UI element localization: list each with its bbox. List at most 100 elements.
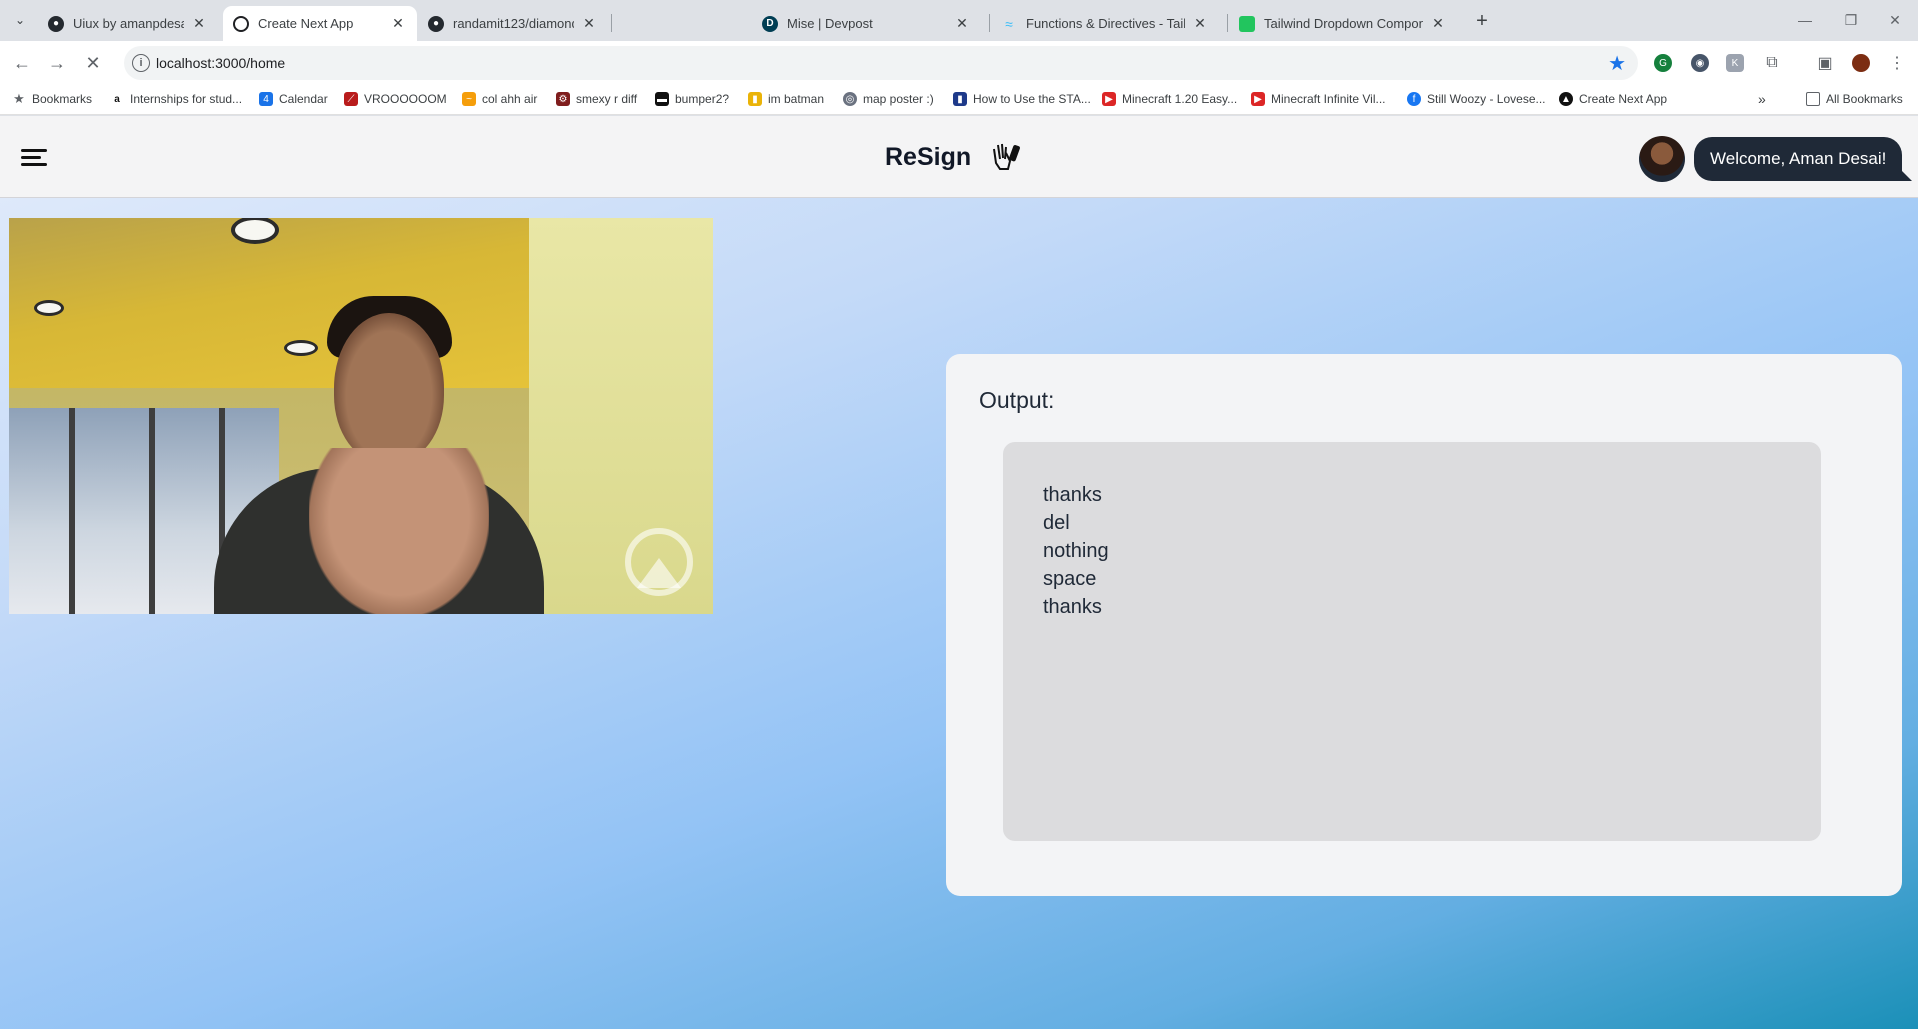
grammarly-icon[interactable]: G (1654, 54, 1672, 72)
tab-title: randamit123/diamondhacks-fro (453, 16, 574, 31)
bookmark-item[interactable]: ▲ Create Next App (1559, 90, 1667, 108)
webcam-feed (9, 218, 713, 614)
map-icon: ◎ (843, 92, 857, 106)
bookmark-item[interactable]: ◎ map poster :) (843, 90, 934, 108)
bookmark-label: Internships for stud... (130, 92, 243, 106)
bookmark-label: Still Woozy - Lovese... (1427, 92, 1546, 106)
tab-uiux-pull-request[interactable]: ● Uiux by amanpdesai · Pull Requ ✕ (38, 6, 218, 41)
tab-create-next-app[interactable]: Create Next App ✕ (223, 6, 417, 41)
page-content: ReSign Welcome, Aman Desai! Output: than… (0, 116, 1918, 1029)
bookmark-label: Bookmarks (32, 92, 93, 106)
bookmark-item[interactable]: ▮ im batman (748, 90, 824, 108)
tab-separator (989, 14, 990, 32)
address-bar[interactable]: i localhost:3000/home ★ (124, 46, 1638, 80)
bookmark-star-icon[interactable]: ★ (1608, 51, 1626, 76)
bookmark-item[interactable]: ▶ Minecraft Infinite Vil... (1251, 90, 1386, 108)
tab-close-icon[interactable]: ✕ (389, 15, 407, 33)
bumper-icon: ▬ (655, 92, 669, 106)
bookmark-label: Calendar (279, 92, 328, 106)
bookmark-item[interactable]: ▬ bumper2? (655, 90, 729, 108)
tab-diamondhacks[interactable]: ● randamit123/diamondhacks-fro ✕ (418, 6, 608, 41)
bookmark-item[interactable]: f Still Woozy - Lovese... (1407, 90, 1546, 108)
more-menu-icon[interactable]: ⋮ (1888, 54, 1906, 72)
welcome-badge: Welcome, Aman Desai! (1694, 137, 1913, 181)
tab-separator (611, 14, 612, 32)
more-bookmarks-chevron-icon[interactable]: » (1758, 90, 1766, 108)
tab-search-chevron-icon[interactable]: ⌄ (9, 9, 31, 31)
tab-separator (1227, 14, 1228, 32)
bookmark-label: im batman (768, 92, 825, 106)
tab-title: Create Next App (258, 16, 354, 31)
output-line: space (1043, 568, 1097, 590)
profile-avatar-icon[interactable] (1852, 54, 1870, 72)
tab-close-icon[interactable]: ✕ (1429, 15, 1447, 33)
minimize-icon[interactable]: — (1790, 8, 1820, 32)
new-tab-plus-icon[interactable]: + (1470, 9, 1494, 33)
github-icon: ● (428, 15, 444, 32)
tailwind-icon: ≈ (1005, 15, 1013, 32)
devpost-icon: D (762, 15, 778, 32)
bookmark-item[interactable]: ▶ Minecraft 1.20 Easy... (1102, 90, 1237, 108)
close-window-icon[interactable]: ✕ (1880, 8, 1910, 32)
tab-strip: ⌄ ● Uiux by amanpdesai · Pull Requ ✕ Cre… (0, 0, 1918, 41)
app-title: ReSign (885, 143, 972, 171)
bookmark-item[interactable]: 4 Calendar (259, 90, 328, 108)
all-bookmarks-button[interactable]: All Bookmarks (1806, 90, 1903, 108)
output-line: del (1043, 512, 1070, 534)
bookmark-item[interactable]: ~ col ahh air (462, 90, 537, 108)
bookmark-item[interactable]: ⟋ VROOOOOOM (344, 90, 447, 108)
tab-close-icon[interactable]: ✕ (190, 15, 208, 33)
browser-toolbar: ← → ✕ i localhost:3000/home ★ G ◉ K ⧉ ▣ … (0, 41, 1918, 84)
bookmark-label: How to Use the STA... (973, 92, 1091, 106)
tab-tailwind-dropdown[interactable]: Tailwind Dropdown Component ✕ (1229, 6, 1457, 41)
star-icon: ★ (13, 91, 25, 106)
app-navbar: ReSign Welcome, Aman Desai! (0, 116, 1918, 198)
site-info-icon[interactable]: i (132, 54, 150, 72)
extension-k-icon[interactable]: K (1726, 54, 1744, 72)
batman-icon: ▮ (748, 92, 762, 106)
puzzle-extensions-icon[interactable]: ⧉ (1763, 54, 1781, 72)
bookmark-label: map poster :) (863, 92, 934, 106)
nextjs-icon: ▲ (1559, 92, 1573, 106)
bookmark-item[interactable]: ★ Bookmarks (12, 90, 92, 108)
bookmark-label: Minecraft Infinite Vil... (1271, 92, 1386, 106)
stop-loading-icon[interactable]: ✕ (81, 51, 105, 75)
bookmark-item[interactable]: a Internships for stud... (110, 90, 242, 108)
output-card: Output: thanks del nothing space thanks (946, 354, 1902, 896)
bookmark-label: Minecraft 1.20 Easy... (1122, 92, 1238, 106)
forward-arrow-icon[interactable]: → (45, 51, 69, 75)
all-bookmarks-label: All Bookmarks (1826, 92, 1903, 106)
calendar-icon: 4 (259, 92, 273, 106)
amazon-icon: a (110, 92, 124, 106)
tab-close-icon[interactable]: ✕ (580, 15, 598, 33)
output-title: Output: (979, 387, 1055, 413)
tab-title: Mise | Devpost (787, 16, 873, 31)
tab-title: Functions & Directives - Tailwin (1026, 16, 1185, 31)
tab-title: Uiux by amanpdesai · Pull Requ (73, 16, 184, 31)
bookmarks-bar: ★ Bookmarks a Internships for stud... 4 Cal… (0, 84, 1918, 115)
tab-title: Tailwind Dropdown Component (1264, 16, 1423, 31)
diff-icon: ⚙ (556, 92, 570, 106)
github-icon: ● (48, 15, 64, 32)
tab-close-icon[interactable]: ✕ (1191, 15, 1209, 33)
camera-watermark-icon (625, 528, 693, 596)
youtube-icon: ▶ (1251, 92, 1265, 106)
bookmark-label: smexy r diff (576, 92, 638, 106)
tab-close-icon[interactable]: ✕ (953, 15, 971, 33)
side-panel-icon[interactable]: ▣ (1816, 54, 1834, 72)
sta-icon: ▮ (953, 92, 967, 106)
tab-tailwind-functions[interactable]: ≈ Functions & Directives - Tailwin ✕ (991, 6, 1219, 41)
back-arrow-icon[interactable]: ← (10, 51, 34, 75)
folder-icon (1806, 92, 1820, 106)
bookmark-label: Create Next App (1579, 92, 1668, 106)
bookmark-item[interactable]: ⚙ smexy r diff (556, 90, 637, 108)
output-line: nothing (1043, 540, 1109, 562)
restore-icon[interactable]: ❐ (1836, 8, 1866, 32)
hamburger-menu-icon[interactable] (21, 149, 47, 167)
tab-mise-devpost[interactable]: D Mise | Devpost ✕ (752, 6, 981, 41)
extension-icon[interactable]: ◉ (1691, 54, 1709, 72)
url-text[interactable]: localhost:3000/home (156, 55, 285, 71)
sign-language-hand-icon (993, 143, 1020, 170)
user-avatar[interactable] (1639, 136, 1685, 182)
bookmark-item[interactable]: ▮ How to Use the STA... (953, 90, 1091, 108)
